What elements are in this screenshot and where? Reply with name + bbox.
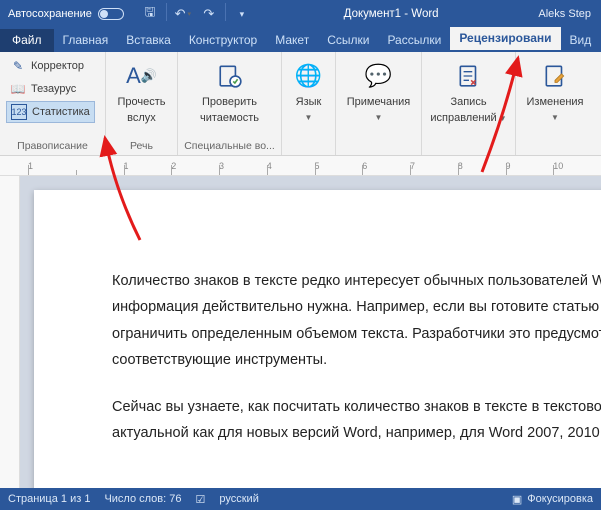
language-icon: 🌐 [295, 59, 322, 93]
chevron-down-icon: ▼ [499, 114, 507, 123]
tab-view[interactable]: Вид [561, 29, 601, 52]
status-language[interactable]: русский [219, 493, 258, 505]
language-button[interactable]: 🌐 Язык ▼ [288, 55, 329, 122]
chevron-down-icon: ▼ [375, 113, 383, 122]
thesaurus-icon: 📖 [10, 81, 26, 97]
word-count-button[interactable]: 123 Статистика [6, 101, 95, 123]
changes-button[interactable]: Изменения ▼ [522, 55, 588, 122]
autosave-label: Автосохранение [8, 8, 92, 20]
changes-icon [542, 59, 568, 93]
tab-layout[interactable]: Макет [266, 29, 318, 52]
document-title: Документ1 - Word [254, 8, 529, 20]
qat-customize-icon[interactable]: ▾ [230, 3, 254, 25]
status-page[interactable]: Страница 1 из 1 [8, 493, 90, 505]
status-bar: Страница 1 из 1 Число слов: 76 ☑ русский… [0, 488, 601, 510]
status-proofing-icon[interactable]: ☑ [196, 493, 206, 506]
group-proofing-label: Правописание [6, 138, 99, 155]
check-accessibility-button[interactable]: Проверить читаемость [190, 55, 270, 124]
tab-references[interactable]: Ссылки [318, 29, 378, 52]
group-speech-label: Речь [112, 138, 171, 155]
group-speech: A🔊 Прочесть вслух Речь [106, 52, 178, 155]
group-proofing: ✎ Корректор 📖 Тезаурус 123 Статистика Пр… [0, 52, 106, 155]
page-scroll[interactable]: Количество знаков в тексте редко интерес… [20, 176, 601, 488]
comments-icon: 💬 [365, 59, 392, 93]
paragraph[interactable]: Количество знаков в тексте редко интерес… [112, 268, 601, 374]
focus-mode-button[interactable]: ▣ Фокусировка [512, 493, 593, 506]
statistics-icon: 123 [11, 104, 27, 120]
autosave-switch-icon[interactable] [98, 8, 124, 20]
group-tracking: Запись исправлений▼ [422, 52, 516, 155]
editor-button[interactable]: ✎ Корректор [6, 55, 95, 77]
quick-access-toolbar: 🖫 ↶▾ ↷ ▾ [138, 3, 254, 25]
track-changes-button[interactable]: Запись исправлений▼ [428, 55, 509, 124]
redo-icon[interactable]: ↷ [197, 3, 221, 25]
tab-file[interactable]: Файл [0, 29, 54, 52]
tab-mailings[interactable]: Рассылки [378, 29, 450, 52]
autosave-toggle[interactable]: Автосохранение [0, 8, 132, 20]
ribbon: ✎ Корректор 📖 Тезаурус 123 Статистика Пр… [0, 52, 601, 156]
ribbon-tabs: Файл Главная Вставка Конструктор Макет С… [0, 28, 601, 52]
chevron-down-icon: ▼ [551, 113, 559, 122]
chevron-down-icon: ▼ [305, 113, 313, 122]
track-changes-icon [456, 59, 482, 93]
group-accessibility-label: Специальные во... [184, 138, 275, 155]
tab-insert[interactable]: Вставка [117, 29, 180, 52]
user-name[interactable]: Aleks Step [528, 8, 601, 20]
statistics-label: Статистика [32, 106, 90, 118]
paragraph[interactable]: Сейчас вы узнаете, как посчитать количес… [112, 394, 601, 447]
save-icon[interactable]: 🖫 [138, 3, 162, 25]
editor-icon: ✎ [10, 58, 26, 74]
vertical-ruler[interactable] [0, 176, 20, 488]
tab-home[interactable]: Главная [54, 29, 118, 52]
document-workarea: Количество знаков в тексте редко интерес… [0, 176, 601, 488]
group-accessibility: Проверить читаемость Специальные во... [178, 52, 282, 155]
horizontal-ruler[interactable]: 1 1 2 3 4 5 6 7 8 9 10 [0, 156, 601, 176]
focus-icon: ▣ [512, 493, 522, 506]
read-aloud-icon: A🔊 [126, 59, 157, 93]
thesaurus-label: Тезаурус [31, 83, 76, 95]
title-bar: Автосохранение 🖫 ↶▾ ↷ ▾ Документ1 - Word… [0, 0, 601, 28]
page[interactable]: Количество знаков в тексте редко интерес… [34, 190, 601, 488]
group-language: 🌐 Язык ▼ [282, 52, 336, 155]
tab-design[interactable]: Конструктор [180, 29, 266, 52]
status-word-count[interactable]: Число слов: 76 [104, 493, 181, 505]
thesaurus-button[interactable]: 📖 Тезаурус [6, 78, 95, 100]
editor-label: Корректор [31, 60, 84, 72]
undo-icon[interactable]: ↶▾ [171, 3, 195, 25]
group-changes: Изменения ▼ [516, 52, 594, 155]
group-comments: 💬 Примечания ▼ [336, 52, 422, 155]
tab-review[interactable]: Рецензировани [450, 27, 560, 52]
comments-button[interactable]: 💬 Примечания ▼ [342, 55, 415, 122]
read-aloud-button[interactable]: A🔊 Прочесть вслух [112, 55, 171, 124]
accessibility-icon [217, 59, 243, 93]
